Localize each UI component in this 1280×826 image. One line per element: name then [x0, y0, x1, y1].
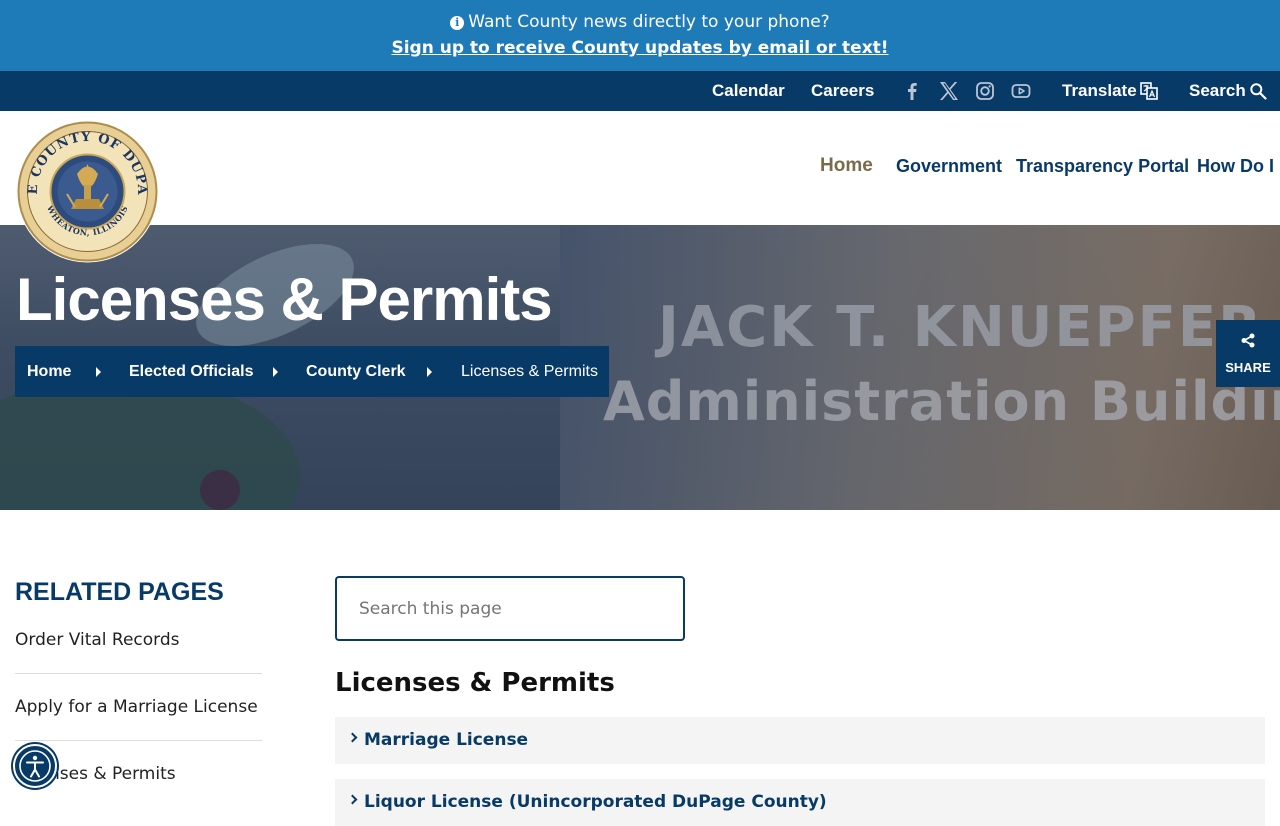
- calendar-link[interactable]: Calendar: [712, 71, 785, 111]
- alert-signup-link[interactable]: Sign up to receive County updates by ema…: [0, 38, 1280, 58]
- chevron-right-icon: [347, 732, 358, 743]
- alert-banner: i Want County news directly to your phone…: [0, 0, 1280, 71]
- accordion-marriage-license[interactable]: Marriage License: [335, 717, 1265, 764]
- share-icon: [1241, 333, 1255, 348]
- related-link-order-vital-records[interactable]: Order Vital Records: [15, 630, 262, 650]
- breadcrumb-separator-icon: [273, 367, 278, 377]
- sidebar-divider: [15, 740, 262, 741]
- search-icon[interactable]: [1249, 82, 1267, 100]
- related-pages-heading: RELATED PAGES: [15, 578, 224, 606]
- x-icon[interactable]: [938, 80, 960, 102]
- alert-message: i Want County news directly to your phone…: [0, 12, 1280, 32]
- page-search-input[interactable]: [335, 576, 685, 641]
- breadcrumb-elected-officials[interactable]: Elected Officials: [129, 346, 254, 397]
- nav-how-do-i[interactable]: How Do I: [1197, 156, 1274, 177]
- content-heading: Licenses & Permits: [335, 668, 615, 698]
- site-header: Home Government Transparency Portal How …: [0, 111, 1280, 225]
- accordion-label: Marriage License: [364, 730, 529, 750]
- accordion-liquor-license[interactable]: Liquor License (Unincorporated DuPage Co…: [335, 779, 1265, 826]
- county-seal-logo[interactable]: THE COUNTY OF DUPAGE WHEATON, ILLINOIS: [15, 119, 160, 264]
- instagram-icon[interactable]: [974, 80, 996, 102]
- hero-background-berry: [200, 470, 240, 510]
- hero-background-engraving-2: Administration Building: [603, 370, 1280, 433]
- translate-icon[interactable]: [1139, 81, 1159, 101]
- breadcrumb-home[interactable]: Home: [27, 346, 71, 397]
- utility-bar: Calendar Careers Translate Search: [0, 71, 1280, 111]
- breadcrumb: Home Elected Officials County Clerk Lice…: [15, 346, 609, 397]
- accessibility-button[interactable]: [13, 744, 57, 788]
- page-title: Licenses & Permits: [16, 266, 553, 333]
- accessibility-icon: [19, 750, 51, 782]
- youtube-icon[interactable]: [1010, 80, 1032, 102]
- nav-home[interactable]: Home: [820, 155, 873, 177]
- careers-link[interactable]: Careers: [811, 71, 874, 111]
- translate-link[interactable]: Translate: [1062, 71, 1137, 111]
- alert-message-text: Want County news directly to your phone?: [468, 12, 830, 32]
- related-link-marriage-license[interactable]: Apply for a Marriage License: [15, 697, 262, 717]
- hero-banner: JACK T. KNUEPFER Administration Building…: [0, 225, 1280, 510]
- sidebar-divider: [15, 673, 262, 674]
- breadcrumb-separator-icon: [96, 367, 101, 377]
- breadcrumb-separator-icon: [427, 367, 432, 377]
- facebook-icon[interactable]: [901, 80, 923, 102]
- nav-government[interactable]: Government: [896, 156, 1002, 177]
- breadcrumb-current: Licenses & Permits: [461, 363, 598, 380]
- breadcrumb-county-clerk[interactable]: County Clerk: [306, 346, 406, 397]
- share-label: SHARE: [1225, 360, 1271, 375]
- info-icon: i: [450, 16, 465, 30]
- hero-background-wall: [560, 225, 1280, 510]
- accordion-label: Liquor License (Unincorporated DuPage Co…: [364, 792, 827, 812]
- search-link[interactable]: Search: [1189, 71, 1246, 111]
- share-button[interactable]: SHARE: [1216, 320, 1280, 387]
- hero-background-engraving-1: JACK T. KNUEPFER: [658, 295, 1264, 360]
- nav-transparency-portal[interactable]: Transparency Portal: [1016, 156, 1189, 177]
